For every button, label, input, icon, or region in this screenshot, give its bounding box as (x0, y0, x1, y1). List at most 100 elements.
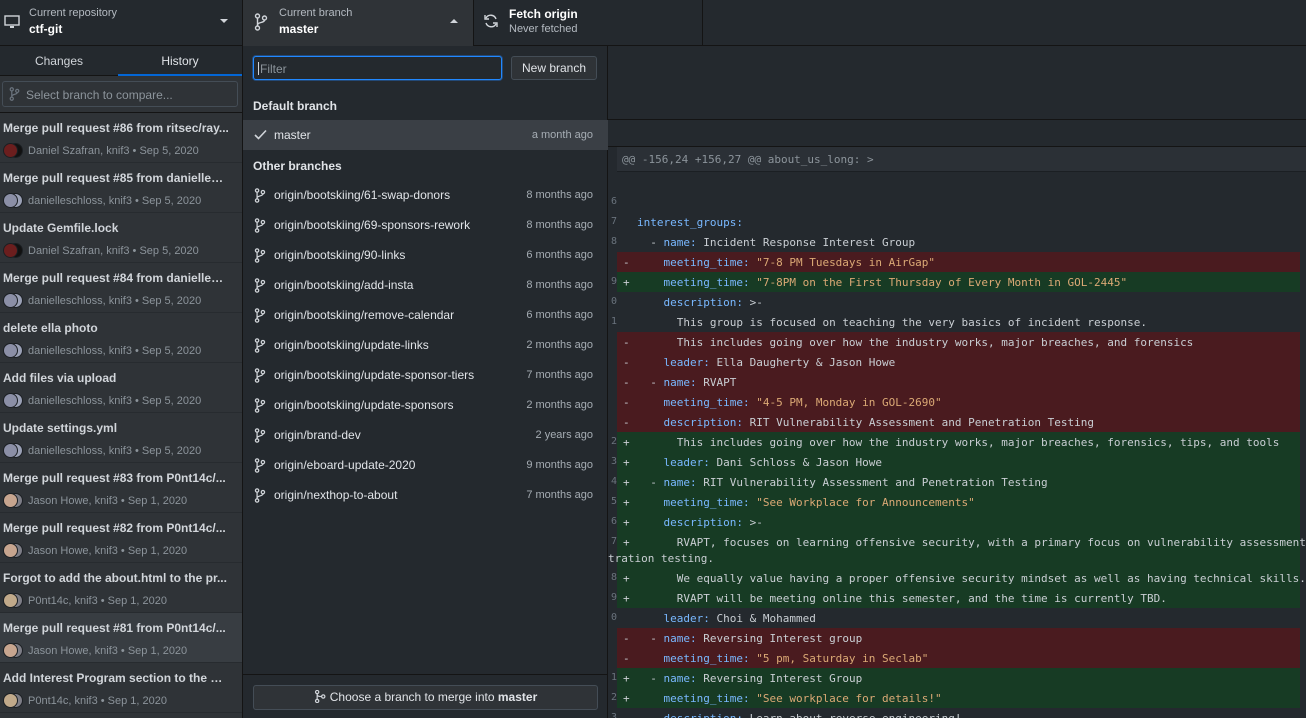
diff-line-removed[interactable]: - leader: Ella Daugherty & Jason Howe (608, 352, 1306, 372)
line-number: 7 (610, 216, 617, 227)
yaml-key: leader: (663, 456, 710, 469)
diff-line-added[interactable]: 6 + description: >- (608, 512, 1306, 532)
diff-line-context[interactable]: 8 - name: Incident Response Interest Gro… (608, 232, 1306, 252)
branch-item[interactable]: origin/bootskiing/61-swap-donors 8 months… (243, 180, 608, 210)
branch-item[interactable]: origin/brand-dev 2 years ago (243, 420, 608, 450)
fetch-title: Fetch origin (509, 7, 578, 21)
line-number (608, 372, 617, 392)
yaml-value: This group is focused on teaching the ve… (676, 316, 1147, 329)
yaml-value: RVAPT, focuses on learning offensive sec… (676, 536, 1306, 549)
diff-line-added[interactable]: 3 + leader: Dani Schloss & Jason Howe (608, 452, 1306, 472)
branch-item[interactable]: origin/bootskiing/90-links 6 months ago (243, 240, 608, 270)
branch-item[interactable]: origin/nexthop-to-about 7 months ago (243, 480, 608, 510)
commit-item[interactable]: Add files via upload danielleschloss, kni… (0, 363, 242, 413)
avatar (3, 343, 23, 358)
diff-line-added[interactable]: 9 + meeting_time: "7-8PM on the First Thu… (608, 272, 1306, 292)
diff-line-added[interactable]: 1 + - name: Reversing Interest Group (608, 668, 1306, 688)
diff-code: meeting_time: "4-5 PM, Monday in GOL-269… (637, 396, 942, 409)
diff-line-added[interactable]: 8 + We equally value having a proper offe… (608, 568, 1306, 588)
branch-time: 7 months ago (526, 489, 593, 501)
compare-branch-input[interactable]: Select branch to compare... (2, 81, 238, 107)
diff-line-removed[interactable]: - meeting_time: "5 pm, Saturday in Secla… (608, 648, 1306, 668)
branch-item[interactable]: origin/bootskiing/add-insta 8 months ago (243, 270, 608, 300)
diff-line-context[interactable]: 7 interest_groups: (608, 212, 1306, 232)
branch-item-default[interactable]: master a month ago (243, 120, 608, 150)
diff-line-added[interactable]: 7 + RVAPT, focuses on learning offensive … (608, 532, 1306, 568)
yaml-key: description: (663, 516, 743, 529)
branch-time: 8 months ago (526, 219, 593, 231)
commit-title: Merge pull request #85 from daniellesc..… (3, 171, 229, 185)
branch-item[interactable]: origin/bootskiing/69-sponsors-rework 8 mo… (243, 210, 608, 240)
diff-line-removed[interactable]: - - name: RVAPT (608, 372, 1306, 392)
commit-item[interactable]: Update Gemfile.lock Daniel Szafran, knif3… (0, 213, 242, 263)
commit-title: Forgot to add the about.html to the pr..… (3, 571, 227, 585)
tab-changes[interactable]: Changes (0, 46, 118, 76)
branch-item[interactable]: origin/eboard-update-2020 9 months ago (243, 450, 608, 480)
diff-code: This group is focused on teaching the ve… (637, 316, 1147, 329)
diff-line-context[interactable]: 6 (608, 192, 1306, 212)
branch-name: master (279, 22, 319, 36)
commit-item[interactable]: Merge pull request #81 from P0nt14c/... J… (0, 613, 242, 663)
branch-time: 8 months ago (526, 279, 593, 291)
commit-item[interactable]: Merge pull request #86 from ritsec/ray..… (0, 113, 242, 163)
merge-into-button[interactable]: Choose a branch to merge into master (253, 685, 598, 710)
diff-line-added[interactable]: 5 + meeting_time: "See Workplace for Anno… (608, 492, 1306, 512)
diff-code: This includes going over how the industr… (637, 336, 1194, 349)
diff-code: This includes going over how the industr… (637, 436, 1280, 449)
line-number: 4 (610, 476, 617, 487)
diff-line-added[interactable]: 4 + - name: RIT Vulnerability Assessment … (608, 472, 1306, 492)
diff-sign: + (623, 276, 630, 289)
line-number: 8 (610, 236, 617, 247)
tab-history[interactable]: History (118, 46, 242, 76)
yaml-value: RIT Vulnerability Assessment and Penetra… (696, 476, 1048, 489)
yaml-value: "7-8 PM Tuesdays in AirGap" (749, 256, 936, 269)
diff-line-context[interactable]: 0 leader: Choi & Mohammed (608, 608, 1306, 628)
diff-line-removed[interactable]: - meeting_time: "4-5 PM, Monday in GOL-2… (608, 392, 1306, 412)
yaml-value: RVAPT (696, 376, 737, 389)
diff-line-context[interactable]: 3 description: Learn about reverse engin… (608, 708, 1306, 718)
branch-item[interactable]: origin/bootskiing/update-sponsor-tiers 7 … (243, 360, 608, 390)
diff-line-removed[interactable]: - - name: Reversing Interest group (608, 628, 1306, 648)
diff-line-added[interactable]: 2 + This includes going over how the indu… (608, 432, 1306, 452)
merge-target: master (497, 690, 538, 704)
new-branch-button[interactable]: New branch (511, 56, 597, 80)
commit-item[interactable]: Forgot to add the about.html to the pr..… (0, 563, 242, 613)
diff-line-added[interactable]: 2 + meeting_time: "See workplace for deta… (608, 688, 1306, 708)
diff-line-context[interactable]: 0 description: >- (608, 292, 1306, 312)
commit-item[interactable]: Merge pull request #84 from daniellesc..… (0, 263, 242, 313)
diff-code: We equally value having a proper offensi… (637, 572, 1306, 585)
branch-time: 8 months ago (526, 189, 593, 201)
commit-item[interactable]: Merge pull request #82 from P0nt14c/... J… (0, 513, 242, 563)
diff-line-removed[interactable]: - This includes going over how the indus… (608, 332, 1306, 352)
fetch-origin-button[interactable]: Fetch origin Never fetched (474, 0, 703, 46)
current-branch-button[interactable]: Current branch master (243, 0, 474, 46)
commit-item[interactable]: Add Interest Program section to the ab..… (0, 663, 242, 713)
diff-line-added[interactable]: 9 + RVAPT will be meeting online this sem… (608, 588, 1306, 608)
branch-name: master (274, 128, 311, 142)
commit-item[interactable]: delete ella photo danielleschloss, knif3 … (0, 313, 242, 363)
commit-item[interactable]: Merge pull request #83 from P0nt14c/... J… (0, 463, 242, 513)
commit-title: Merge pull request #81 from P0nt14c/... (3, 621, 226, 635)
code-indent: - (637, 476, 664, 489)
commit-item[interactable]: Update settings.yml danielleschloss, knif… (0, 413, 242, 463)
branch-item[interactable]: origin/bootskiing/update-links 2 months a… (243, 330, 608, 360)
branch-filter-input[interactable]: Filter (253, 56, 502, 80)
commit-title: Merge pull request #83 from P0nt14c/... (3, 471, 226, 485)
commit-item[interactable]: Merge pull request #85 from daniellesc..… (0, 163, 242, 213)
diff-line-removed[interactable]: - meeting_time: "7-8 PM Tuesdays in AirG… (608, 252, 1306, 272)
branch-item[interactable]: origin/bootskiing/update-sponsors 2 month… (243, 390, 608, 420)
diff-line-removed[interactable]: - description: RIT Vulnerability Assessm… (608, 412, 1306, 432)
diff-sign: - (623, 376, 630, 389)
diff-line-context[interactable]: 1 This group is focused on teaching the … (608, 312, 1306, 332)
current-repository-button[interactable]: Current repository ctf-git (0, 0, 243, 46)
branch-name: origin/eboard-update-2020 (274, 458, 416, 472)
branch-item[interactable]: origin/bootskiing/remove-calendar 6 month… (243, 300, 608, 330)
